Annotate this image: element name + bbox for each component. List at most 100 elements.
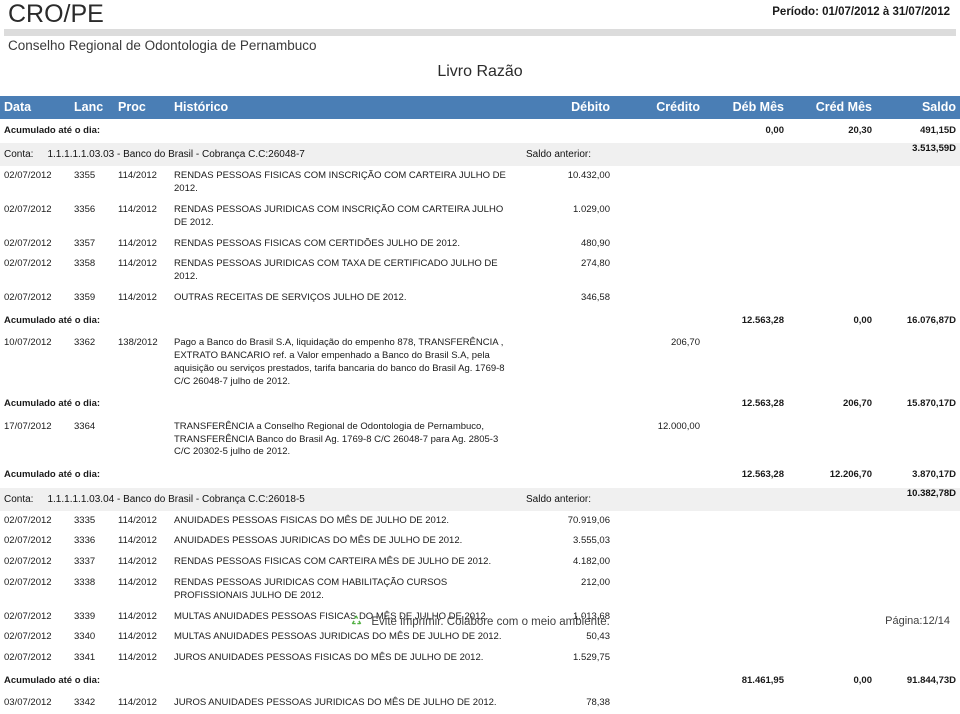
account-identifier[interactable]: Conta: 1.1.1.1.1.03.04 - Banco do Brasil …	[0, 488, 522, 511]
column-header-proc[interactable]: Proc	[114, 96, 170, 119]
entry-proc: 114/2012	[118, 556, 157, 568]
table-row: 02/07/2012 3359 114/2012 OUTRAS RECEITAS DE…	[0, 288, 960, 309]
accumulated-debito	[522, 309, 614, 333]
entry-credito	[614, 234, 704, 255]
entry-credito	[614, 254, 704, 288]
entry-proc: 114/2012	[118, 292, 157, 304]
accumulated-total-row: Acumulado até o dia: 81.461,95 0,00 91.844,…	[0, 669, 960, 693]
column-header-cred-mes[interactable]: Créd Mês	[788, 96, 876, 119]
entry-saldo	[876, 531, 960, 552]
entry-lanc: 3338	[74, 577, 96, 588]
entry-cred-mes	[788, 417, 876, 463]
table-row: 02/07/2012 3336 114/2012 ANUIDADES PESSOAS …	[0, 531, 960, 552]
entry-credito	[614, 552, 704, 573]
entry-historico: OUTRAS RECEITAS DE SERVIÇOS JULHO DE 201…	[174, 292, 407, 304]
entry-saldo	[876, 511, 960, 532]
entry-cred-mes	[788, 511, 876, 532]
entry-debito: 480,90	[580, 237, 610, 249]
entry-lanc: 3358	[74, 258, 96, 270]
entry-saldo	[876, 417, 960, 463]
accumulated-total-row: Acumulado até o dia: 12.563,28 12.206,70 3.…	[0, 463, 960, 487]
entry-cred-mes	[788, 552, 876, 573]
column-header-credito[interactable]: Crédito	[614, 96, 704, 119]
account-value: 1.1.1.1.1.03.03 - Banco do Brasil - Cobr…	[47, 149, 305, 161]
account-identifier[interactable]: Conta: 1.1.1.1.1.03.03 - Banco do Brasil …	[0, 143, 522, 166]
accumulated-credito	[614, 392, 704, 416]
entry-date: 02/07/2012	[4, 652, 52, 664]
entry-historico: RENDAS PESSOAS FISICAS COM INSCRIÇÃO COM…	[174, 170, 506, 195]
entry-debito: 10.432,00	[567, 170, 610, 182]
accumulated-saldo: 491,15D	[920, 125, 956, 136]
accumulated-label: Acumulado até o dia:	[4, 675, 101, 687]
organization-name: Conselho Regional de Odontologia de Pern…	[8, 38, 317, 53]
entry-cred-mes	[788, 166, 876, 200]
column-header-deb-mes[interactable]: Déb Mês	[704, 96, 788, 119]
entry-cred-mes	[788, 288, 876, 309]
accumulated-saldo: 3.870,17D	[912, 469, 956, 481]
entry-saldo	[876, 288, 960, 309]
recycle-icon	[350, 614, 363, 630]
entry-debito: 78,38	[586, 697, 610, 709]
table-row: 02/07/2012 3357 114/2012 RENDAS PESSOAS FIS…	[0, 234, 960, 255]
entry-cred-mes	[788, 573, 876, 607]
entry-debito: 1.529,75	[573, 652, 610, 664]
table-row: 17/07/2012 3364 TRANSFERÊNCIA a Conselho R…	[0, 417, 960, 463]
entry-saldo	[876, 200, 960, 234]
entry-date: 02/07/2012	[4, 237, 52, 249]
entry-historico: Pago a Banco do Brasil S.A, liquidação d…	[174, 337, 505, 387]
account-header-row: Conta: 1.1.1.1.1.03.03 - Banco do Brasil …	[0, 143, 960, 167]
entry-historico: ANUIDADES PESSOAS FISICAS DO MÊS DE JULH…	[174, 514, 450, 526]
entry-lanc: 3357	[74, 237, 96, 249]
table-row: 02/07/2012 3335 114/2012 ANUIDADES PESSOAS …	[0, 511, 960, 532]
entry-saldo	[876, 552, 960, 573]
report-period: Período: 01/07/2012 à 31/07/2012	[772, 6, 950, 18]
entry-date: 10/07/2012	[4, 337, 52, 349]
entry-credito	[614, 531, 704, 552]
accumulated-credito	[614, 669, 704, 693]
previous-balance-label: Saldo anterior:	[526, 493, 592, 505]
accumulated-saldo: 16.076,87D	[906, 314, 956, 326]
entry-cred-mes	[788, 234, 876, 255]
entry-credito	[614, 200, 704, 234]
entry-historico: RENDAS PESSOAS FISICAS COM CARTEIRA MÊS …	[174, 556, 492, 568]
entry-cred-mes	[788, 693, 876, 714]
column-header-saldo[interactable]: Saldo	[876, 96, 960, 119]
entry-credito: 206,70	[670, 337, 700, 349]
entry-historico: JUROS ANUIDADES PESSOAS FISICAS DO MÊS D…	[174, 652, 484, 664]
header-divider-band	[4, 29, 956, 36]
entry-saldo	[876, 693, 960, 714]
table-row: 03/07/2012 3342 114/2012 JUROS ANUIDADES PE…	[0, 693, 960, 714]
entry-debito: 274,80	[580, 258, 610, 270]
column-header-historico[interactable]: Histórico	[170, 96, 522, 119]
accumulated-cred-mes: 12.206,70	[829, 469, 872, 481]
accumulated-debito	[522, 463, 614, 487]
entry-deb-mes	[704, 288, 788, 309]
page-title: Livro Razão	[437, 63, 523, 80]
entry-debito	[522, 417, 614, 463]
column-header-lanc[interactable]: Lanc	[70, 96, 114, 119]
entry-proc: 114/2012	[118, 514, 157, 526]
entry-debito: 212,00	[580, 577, 610, 588]
organization-abbreviation: CRO/PE	[8, 0, 104, 28]
entry-historico: RENDAS PESSOAS JURIDICAS COM INSCRIÇÃO C…	[174, 203, 504, 228]
entry-lanc: 3341	[74, 652, 96, 664]
accumulated-cred-mes: 20,30	[848, 125, 872, 136]
previous-balance-label: Saldo anterior:	[526, 149, 592, 161]
accumulated-debito	[522, 392, 614, 416]
column-header-data[interactable]: Data	[0, 96, 70, 119]
entry-deb-mes	[704, 254, 788, 288]
entry-date: 02/07/2012	[4, 556, 52, 568]
entry-date: 02/07/2012	[4, 292, 52, 304]
column-header-debito[interactable]: Débito	[522, 96, 614, 119]
entry-credito	[614, 166, 704, 200]
entry-deb-mes	[704, 552, 788, 573]
previous-balance-value: 10.382,78D	[906, 487, 956, 499]
entry-date: 02/07/2012	[4, 203, 52, 215]
entry-proc: 114/2012	[118, 170, 157, 182]
footer-page-number: Página:12/14	[885, 615, 950, 627]
accumulated-credito	[614, 119, 704, 143]
entry-date: 03/07/2012	[4, 697, 52, 709]
table-row: 10/07/2012 3362 138/2012 Pago a Banco do Br…	[0, 333, 960, 392]
entry-saldo	[876, 234, 960, 255]
entry-date: 02/07/2012	[4, 577, 52, 588]
